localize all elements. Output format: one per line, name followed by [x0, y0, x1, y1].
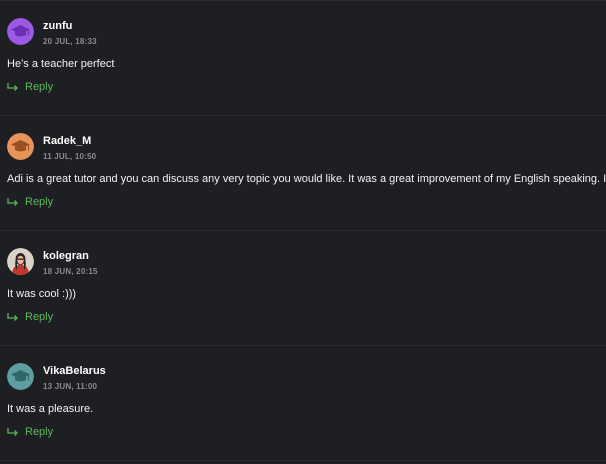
timestamp: 13 JUN, 11:00	[43, 382, 98, 391]
comment-item: Radek_M 11 JUL, 10:50 Adi is a great tut…	[0, 115, 606, 231]
reply-label: Reply	[25, 196, 54, 208]
comment-text: It was a pleasure.	[7, 403, 94, 415]
graduation-cap-icon	[7, 18, 34, 45]
comment-item: zunfu 20 JUL, 18:33 He’s a teacher perfe…	[0, 0, 606, 116]
timestamp: 20 JUL, 18:33	[43, 37, 97, 46]
avatar[interactable]	[7, 248, 34, 275]
timestamp: 18 JUN, 20:15	[43, 267, 98, 276]
comment-text: It was cool :)))	[7, 288, 77, 300]
avatar[interactable]	[7, 18, 34, 45]
reply-arrow-icon	[7, 82, 18, 91]
graduation-cap-icon	[7, 363, 34, 390]
user-photo-icon	[7, 248, 34, 275]
comment-item: VikaBelarus 13 JUN, 11:00 It was a pleas…	[0, 345, 606, 461]
reply-arrow-icon	[7, 312, 18, 321]
username[interactable]: Radek_M	[43, 135, 91, 147]
reply-button[interactable]: Reply	[7, 196, 53, 208]
username[interactable]: VikaBelarus	[43, 365, 106, 377]
reply-label: Reply	[25, 81, 54, 93]
reply-button[interactable]: Reply	[7, 426, 53, 438]
reply-button[interactable]: Reply	[7, 81, 53, 93]
avatar[interactable]	[7, 363, 34, 390]
reply-label: Reply	[25, 311, 54, 323]
avatar[interactable]	[7, 133, 34, 160]
reply-button[interactable]: Reply	[7, 311, 53, 323]
graduation-cap-icon	[7, 133, 34, 160]
timestamp: 11 JUL, 10:50	[43, 152, 97, 161]
reply-label: Reply	[25, 426, 54, 438]
comment-item: kolegran 18 JUN, 20:15 It was cool :))) …	[0, 230, 606, 346]
reply-arrow-icon	[7, 197, 18, 206]
comment-text: He’s a teacher perfect	[7, 58, 115, 70]
username[interactable]: zunfu	[43, 20, 72, 32]
username[interactable]: kolegran	[43, 250, 89, 262]
comment-text: Adi is a great tutor and you can discuss…	[7, 173, 606, 185]
comments-feed: zunfu 20 JUL, 18:33 He’s a teacher perfe…	[0, 0, 606, 464]
reply-arrow-icon	[7, 427, 18, 436]
divider	[0, 460, 606, 461]
